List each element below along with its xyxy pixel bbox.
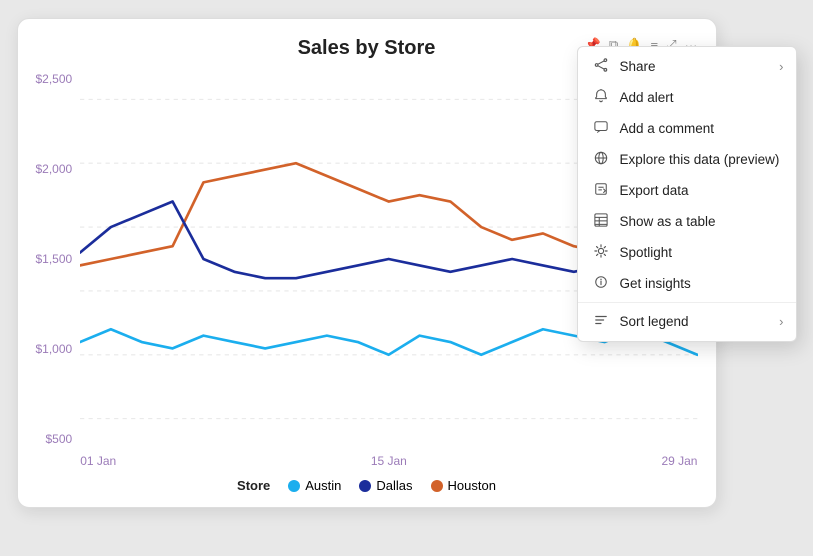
- menu-add-comment-label: Add a comment: [620, 121, 715, 136]
- legend-item-dallas: Dallas: [359, 478, 412, 493]
- x-label-15jan: 15 Jan: [371, 454, 407, 468]
- austin-dot: [288, 480, 300, 492]
- legend-store-label: Store: [237, 478, 270, 493]
- menu-sort-legend-label: Sort legend: [620, 314, 689, 329]
- y-label-500: $500: [46, 432, 73, 446]
- menu-item-add-alert[interactable]: Add alert: [578, 82, 796, 113]
- dallas-dot: [359, 480, 371, 492]
- sort-icon: [592, 313, 610, 330]
- insights-icon: [592, 275, 610, 292]
- context-menu: Share › Add alert Add a comment: [577, 46, 797, 342]
- houston-label: Houston: [448, 478, 496, 493]
- x-label-29jan: 29 Jan: [661, 454, 697, 468]
- menu-item-explore-data[interactable]: Explore this data (preview): [578, 144, 796, 175]
- explore-icon: [592, 151, 610, 168]
- menu-item-spotlight[interactable]: Spotlight: [578, 237, 796, 268]
- spotlight-icon: [592, 244, 610, 261]
- menu-spotlight-label: Spotlight: [620, 245, 673, 260]
- y-axis: $2,500 $2,000 $1,500 $1,000 $500: [36, 68, 81, 468]
- menu-item-get-insights[interactable]: Get insights: [578, 268, 796, 299]
- outer-container: Sales by Store 📌 ⧉ 🔔 ≡ ⤢ ··· $2,500 $2,0…: [17, 18, 797, 538]
- dallas-label: Dallas: [376, 478, 412, 493]
- share-icon: [592, 58, 610, 75]
- menu-export-label: Export data: [620, 183, 689, 198]
- menu-item-sort-legend[interactable]: Sort legend ›: [578, 306, 796, 337]
- menu-item-add-comment[interactable]: Add a comment: [578, 113, 796, 144]
- menu-divider: [578, 302, 796, 303]
- chart-legend: Store Austin Dallas Houston: [36, 478, 698, 493]
- houston-dot: [431, 480, 443, 492]
- y-label-2500: $2,500: [36, 72, 73, 86]
- menu-item-share[interactable]: Share ›: [578, 51, 796, 82]
- x-label-01jan: 01 Jan: [80, 454, 116, 468]
- menu-explore-label: Explore this data (preview): [620, 152, 780, 167]
- add-alert-icon: [592, 89, 610, 106]
- add-comment-icon: [592, 120, 610, 137]
- legend-item-austin: Austin: [288, 478, 341, 493]
- menu-share-label: Share: [620, 59, 656, 74]
- table-icon: [592, 213, 610, 230]
- menu-show-table-label: Show as a table: [620, 214, 716, 229]
- sort-legend-arrow: ›: [779, 314, 783, 329]
- menu-insights-label: Get insights: [620, 276, 691, 291]
- legend-item-houston: Houston: [431, 478, 496, 493]
- x-axis: 01 Jan 15 Jan 29 Jan: [80, 450, 697, 468]
- menu-item-export-data[interactable]: Export data: [578, 175, 796, 206]
- y-label-2000: $2,000: [36, 162, 73, 176]
- y-label-1000: $1,000: [36, 342, 73, 356]
- share-arrow: ›: [779, 59, 783, 74]
- menu-add-alert-label: Add alert: [620, 90, 674, 105]
- y-label-1500: $1,500: [36, 252, 73, 266]
- export-icon: [592, 182, 610, 199]
- austin-label: Austin: [305, 478, 341, 493]
- menu-item-show-table[interactable]: Show as a table: [578, 206, 796, 237]
